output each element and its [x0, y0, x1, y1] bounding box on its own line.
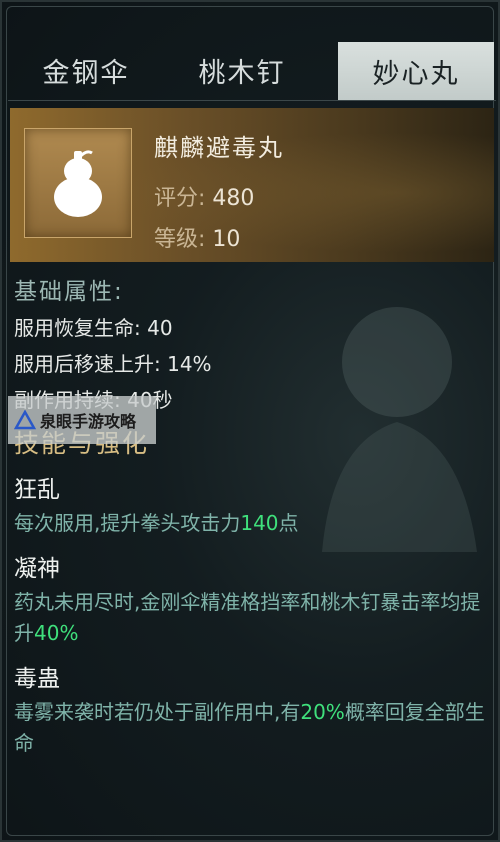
skill-description: 药丸未用尽时,金刚伞精准格挡率和桃木钉暴击率均提升40% [14, 587, 490, 649]
skill-desc-text: 毒雾来袭时若仍处于副作用中,有 [14, 700, 301, 724]
skill-desc-highlight: 140 [240, 511, 279, 535]
item-detail-panel: 金钢伞 桃木钉 妙心丸 麒麟避毒丸 评分: 480 等级: 10 基础属性: 服… [0, 0, 500, 842]
skill-desc-highlight: 20% [300, 700, 345, 724]
tab-jingang-umbrella[interactable]: 金钢伞 [8, 40, 164, 100]
score-label: 评分: [154, 186, 206, 211]
item-score: 评分: 480 [154, 180, 254, 212]
attr-line: 服用恢复生命: 40 [14, 314, 490, 342]
skill-name: 凝神 [14, 556, 60, 582]
tab-peach-nail[interactable]: 桃木钉 [164, 40, 320, 100]
skill-description: 毒雾来袭时若仍处于副作用中,有20%概率回复全部生命 [14, 697, 490, 759]
level-value: 10 [212, 227, 241, 252]
skill-name: 狂乱 [14, 477, 60, 503]
level-label: 等级: [154, 227, 206, 252]
item-detail-content: 基础属性: 服用恢复生命: 40 服用后移速上升: 14% 副作用持续: 40秒… [14, 272, 490, 759]
watermark: 泉眼手游攻略 [8, 396, 156, 444]
item-level: 等级: 10 [154, 221, 240, 253]
skill-desc-text: 每次服用,提升拳头攻击力 [14, 511, 241, 535]
attr-label: 服用后移速上升: [14, 352, 161, 376]
watermark-text: 泉眼手游攻略 [40, 412, 137, 431]
score-value: 480 [212, 186, 255, 211]
item-name: 麒麟避毒丸 [154, 134, 284, 162]
triangle-logo-icon [14, 410, 36, 430]
skill-desc-highlight: 40% [34, 621, 79, 645]
skill-name: 毒蛊 [14, 666, 60, 692]
skill-desc-text: 点 [278, 511, 299, 535]
attr-value: 40 [147, 316, 173, 340]
skill-desc-text: 药丸未用尽时,金刚伞精准格挡率和桃木钉暴击率均提升 [14, 590, 481, 645]
item-icon-slot [24, 128, 132, 238]
attr-label: 服用恢复生命: [14, 316, 141, 340]
attr-line: 服用后移速上升: 14% [14, 350, 490, 378]
base-attrs-title: 基础属性: [14, 279, 124, 305]
tab-bar: 金钢伞 桃木钉 妙心丸 [8, 40, 496, 101]
item-card: 麒麟避毒丸 评分: 480 等级: 10 [10, 108, 494, 262]
gourd-icon [54, 150, 102, 217]
tab-miaoxin-pill[interactable]: 妙心丸 [338, 42, 494, 100]
attr-value: 14% [167, 352, 212, 376]
skill-description: 每次服用,提升拳头攻击力140点 [14, 508, 490, 539]
